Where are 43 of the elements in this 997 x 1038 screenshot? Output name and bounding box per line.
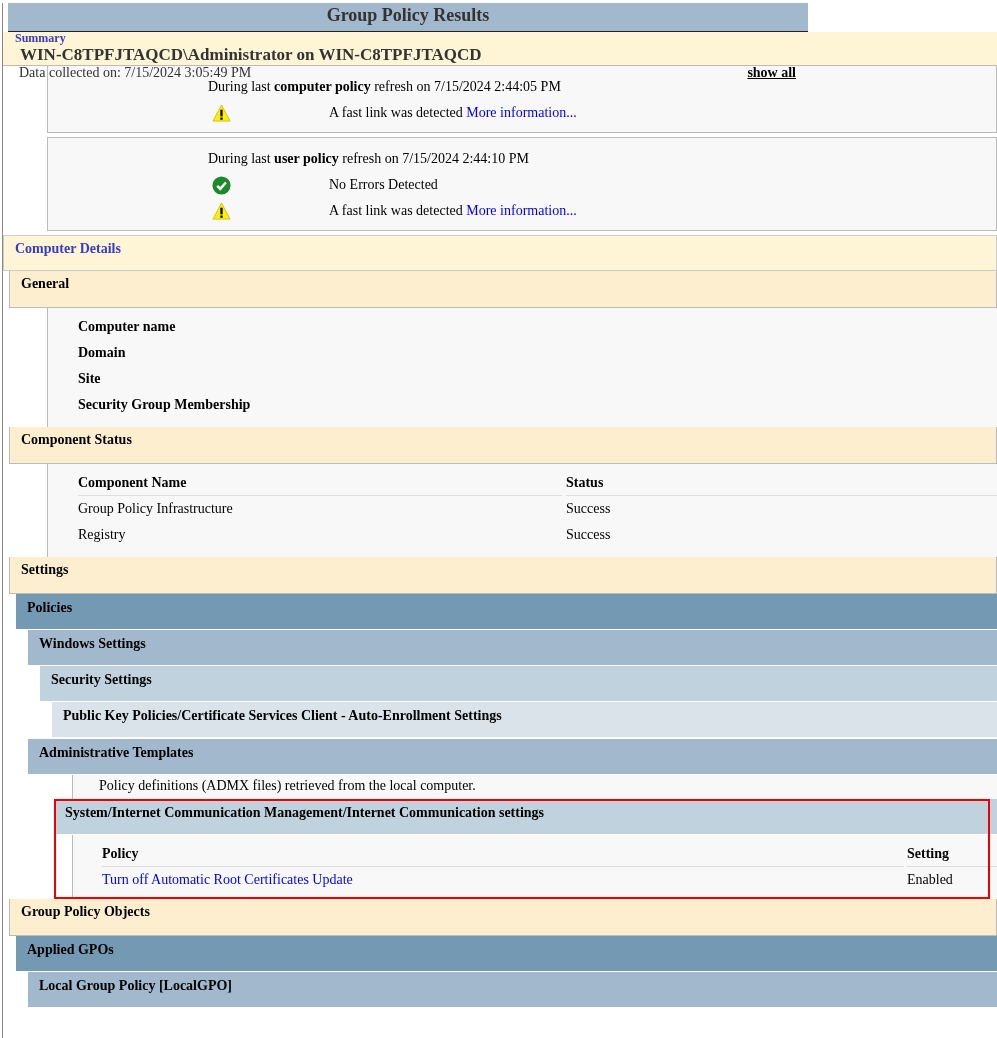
policy-link[interactable]: Turn off Automatic Root Certificates Update [102,867,904,893]
computer-details-header[interactable]: Computer Details [3,235,997,271]
table-cell-text: Success [566,526,612,544]
note-text: Policy definitions (ADMX files) retrieved from the local computer. [72,775,997,799]
section-header[interactable]: Policies [16,594,997,630]
user-heading: WIN-C8TPFJTAQCD\Administrator on WIN-C8TPFJTAQCD [20,45,482,64]
data-collected-text: Data collected on: 7/15/2024 3:05:49 PM [19,65,252,81]
report-title: Group Policy Results [8,3,808,32]
section-header[interactable]: General [9,271,997,308]
field-label: Security Group Membership [78,396,252,414]
table-cell-text: Group Policy Infrastructure [78,500,234,518]
column-header: Component Name [78,470,562,496]
warning-icon [212,103,231,123]
section-header[interactable]: Security Settings [40,666,997,702]
status-message: A fast link was detected More information... [329,105,577,121]
section-header[interactable]: Settings [9,557,997,594]
section-header[interactable]: Group Policy Objects [9,899,997,936]
more-information-link[interactable]: More information... [466,105,577,120]
column-header: Status [566,470,997,496]
section-header[interactable]: Windows Settings [28,630,997,666]
warning-icon [212,201,231,221]
refresh-text: During last computer policy refresh on 7/15/2024 2:44:05 PM [208,78,562,96]
check-icon [212,175,231,195]
show-all-link[interactable]: show all [747,65,796,81]
table-cell-text: Registry [78,526,127,544]
more-information-link[interactable]: More information... [466,203,577,218]
section-header[interactable]: Local Group Policy [LocalGPO] [28,972,997,1008]
field-label: Site [78,370,102,388]
table-cell-text: Enabled [907,871,954,889]
section-header[interactable]: Applied GPOs [16,936,997,972]
section-header[interactable]: Component Status [9,427,997,464]
summary-link[interactable]: Summary [15,32,66,45]
section-header[interactable]: Public Key Policies/Certificate Services Client - Auto-Enrollment Settings [52,702,997,738]
field-label: Computer name [78,318,177,336]
section-header[interactable]: Administrative Templates [28,739,997,775]
column-header: Setting [907,841,997,867]
field-label: Domain [78,344,127,362]
column-header: Policy [102,841,904,867]
status-message: No Errors Detected [329,177,438,193]
table-cell-text: Success [566,500,612,518]
status-message: A fast link was detected More information... [329,203,577,219]
refresh-text: During last user policy refresh on 7/15/2024 2:44:10 PM [208,150,530,168]
section-header[interactable]: System/Internet Communication Management/Internet Communication settings [54,799,997,835]
